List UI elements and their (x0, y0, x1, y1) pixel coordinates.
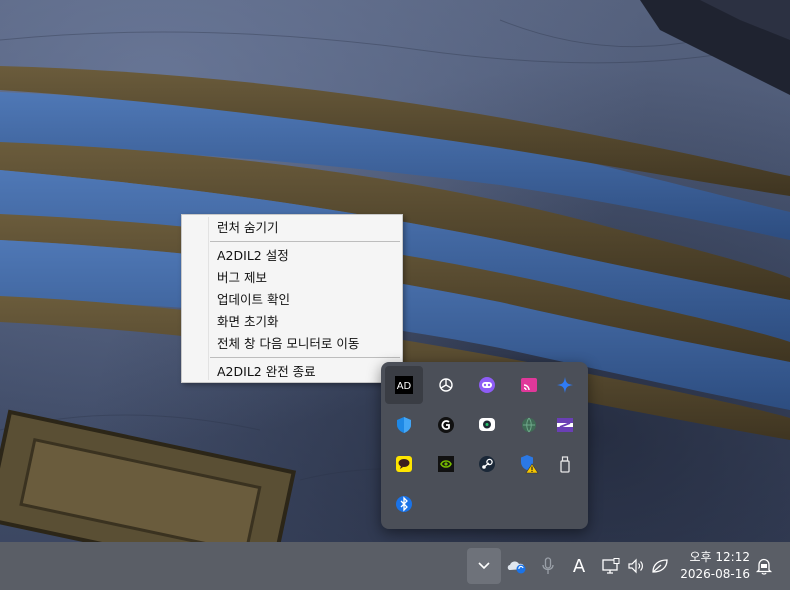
clock-time: 오후 12:12 (689, 550, 750, 564)
nvidia-icon[interactable] (427, 445, 465, 483)
defender-shield-icon[interactable] (385, 406, 423, 444)
menu-item-check-updates[interactable]: 업데이트 확인 (182, 289, 402, 311)
taskbar-clock[interactable]: 오후 12:12 2026-08-16 (680, 549, 750, 583)
clock-date: 2026-08-16 (680, 567, 750, 581)
menu-item-reset-screen[interactable]: 화면 초기화 (182, 311, 402, 333)
cast-icon[interactable] (510, 366, 548, 404)
menu-item-hide-launcher[interactable]: 런처 숨기기 (182, 217, 402, 239)
menu-item-bug-report[interactable]: 버그 제보 (182, 267, 402, 289)
bluetooth-icon[interactable] (385, 485, 423, 523)
security-warning-icon[interactable] (510, 445, 548, 483)
messenger-icon[interactable] (468, 406, 506, 444)
context-menu: 런처 숨기기 A2DIL2 설정 버그 제보 업데이트 확인 화면 초기화 전체… (181, 214, 403, 383)
kakaotalk-icon[interactable] (385, 445, 423, 483)
svg-text:AD: AD (397, 381, 412, 392)
menu-item-exit[interactable]: A2DIL2 완전 종료 (182, 361, 402, 383)
menu-separator (210, 357, 400, 358)
microphone-icon[interactable] (536, 548, 560, 584)
efficiency-leaf-icon[interactable] (649, 548, 671, 584)
tray-overflow-flyout: AD (381, 362, 588, 529)
notification-icon[interactable] (752, 548, 776, 584)
network-icon[interactable] (600, 548, 622, 584)
steam-icon[interactable] (468, 445, 506, 483)
globe-icon[interactable] (510, 406, 548, 444)
sparkle-icon[interactable] (546, 366, 584, 404)
menu-separator (210, 241, 400, 242)
volume-icon[interactable] (625, 548, 647, 584)
logitech-g-icon[interactable] (427, 406, 465, 444)
chatgpt-icon[interactable] (427, 366, 465, 404)
taskbar: A 오후 12:12 2026-08-16 (0, 542, 790, 590)
usb-device-icon[interactable] (546, 445, 584, 483)
ime-indicator[interactable]: A (566, 548, 592, 584)
onedrive-sync-icon[interactable] (504, 548, 530, 584)
zigzag-app-icon[interactable] (546, 406, 584, 444)
menu-item-move-windows-next-monitor[interactable]: 전체 창 다음 모니터로 이동 (182, 333, 402, 355)
menu-item-settings[interactable]: A2DIL2 설정 (182, 245, 402, 267)
show-hidden-icons-button[interactable] (467, 548, 501, 584)
chevron-down-icon (478, 562, 490, 570)
chat-bot-icon[interactable] (468, 366, 506, 404)
a2dil2-icon[interactable]: AD (385, 366, 423, 404)
